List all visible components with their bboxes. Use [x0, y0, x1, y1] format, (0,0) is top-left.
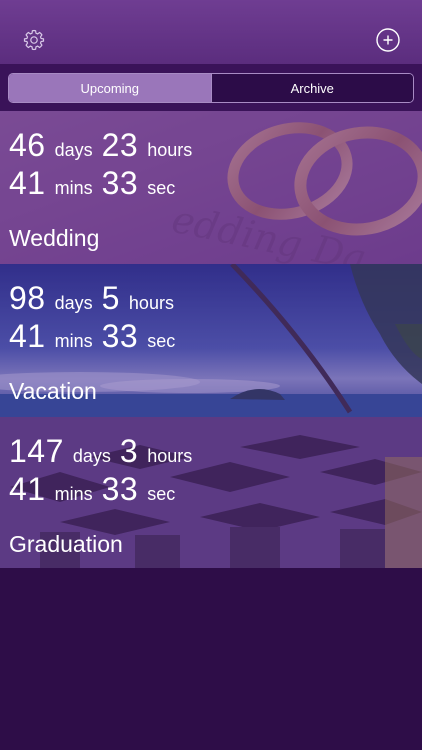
- mins-value: 41: [9, 165, 46, 201]
- mins-unit: mins: [54, 484, 93, 504]
- days-value: 147: [9, 433, 64, 469]
- segmented-control: Upcoming Archive: [8, 73, 414, 103]
- empty-list-area: [0, 568, 422, 750]
- event-title: Graduation: [9, 531, 123, 557]
- secs-unit: sec: [147, 484, 176, 504]
- mins-value: 41: [9, 318, 46, 354]
- countdown-days-hours: 98 days 5 hours: [9, 280, 183, 317]
- secs-value: 33: [101, 165, 139, 201]
- secs-value: 33: [101, 471, 139, 507]
- days-unit: days: [54, 293, 93, 313]
- event-card-graduation[interactable]: 147 days 3 hours 41 mins 33 sec Graduati…: [0, 417, 422, 570]
- event-card-wedding[interactable]: edding Da 46 days 23 hours 41 mins 33 se…: [0, 111, 422, 264]
- settings-button[interactable]: [20, 26, 48, 54]
- days-value: 46: [9, 127, 46, 163]
- countdown-days-hours: 147 days 3 hours: [9, 433, 201, 470]
- hours-value: 5: [101, 280, 120, 316]
- tab-archive[interactable]: Archive: [210, 74, 413, 102]
- mins-unit: mins: [54, 331, 93, 351]
- segment-bar: Upcoming Archive: [0, 64, 422, 111]
- event-card-vacation[interactable]: 98 days 5 hours 41 mins 33 sec Vacation: [0, 264, 422, 417]
- event-title: Vacation: [9, 378, 97, 404]
- days-unit: days: [72, 446, 111, 466]
- navigation-bar: [0, 0, 422, 64]
- secs-value: 33: [101, 318, 139, 354]
- mins-unit: mins: [54, 178, 93, 198]
- secs-unit: sec: [147, 178, 176, 198]
- gear-icon: [23, 29, 45, 51]
- event-title: Wedding: [9, 225, 100, 251]
- countdown-mins-secs: 41 mins 33 sec: [9, 471, 184, 508]
- plus-circle-icon: [376, 28, 400, 52]
- hours-unit: hours: [128, 293, 174, 313]
- countdown-mins-secs: 41 mins 33 sec: [9, 165, 184, 202]
- add-event-button[interactable]: [374, 26, 402, 54]
- hours-value: 23: [101, 127, 139, 163]
- hours-value: 3: [119, 433, 139, 469]
- hours-unit: hours: [147, 140, 193, 160]
- countdown-days-hours: 46 days 23 hours: [9, 127, 201, 164]
- days-unit: days: [54, 140, 93, 160]
- tab-upcoming[interactable]: Upcoming: [9, 74, 211, 102]
- secs-unit: sec: [147, 331, 176, 351]
- hours-unit: hours: [147, 446, 193, 466]
- mins-value: 41: [9, 471, 46, 507]
- days-value: 98: [9, 280, 46, 316]
- countdown-mins-secs: 41 mins 33 sec: [9, 318, 184, 355]
